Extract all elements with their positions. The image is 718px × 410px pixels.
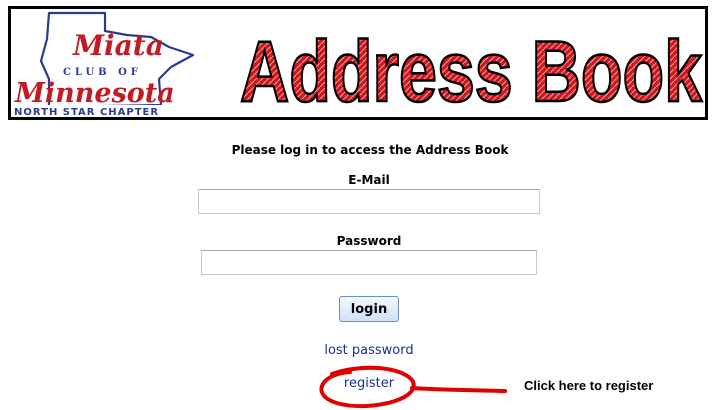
logo-chapter-text: NORTH STAR CHAPTER xyxy=(14,107,159,117)
login-intro-text: Please log in to access the Address Book xyxy=(231,143,509,157)
annotation-circle xyxy=(319,365,416,409)
lost-password-link[interactable]: lost password xyxy=(0,343,718,358)
club-logo: Miata CLUB OF Minnesota NORTH STAR CHAPT… xyxy=(11,11,216,117)
logo-script-miata: Miata xyxy=(72,29,164,62)
logo-script-minnesota: Minnesota xyxy=(14,78,175,109)
register-annotation xyxy=(319,365,507,409)
password-label: Password xyxy=(336,234,402,248)
address-book-title: Address Book xyxy=(239,23,704,117)
login-button[interactable]: login xyxy=(339,296,399,322)
page: Miata CLUB OF Minnesota NORTH STAR CHAPT… xyxy=(0,0,718,410)
password-field[interactable] xyxy=(201,250,537,275)
annotation-arrow-line xyxy=(410,386,507,393)
banner-title-text: Address Book xyxy=(240,24,702,117)
header-banner: Miata CLUB OF Minnesota NORTH STAR CHAPT… xyxy=(8,6,708,120)
logo-club-of: CLUB OF xyxy=(63,67,142,78)
annotation-label: Click here to register xyxy=(524,378,654,393)
email-field[interactable] xyxy=(198,189,540,214)
email-label: E-Mail xyxy=(348,173,390,187)
